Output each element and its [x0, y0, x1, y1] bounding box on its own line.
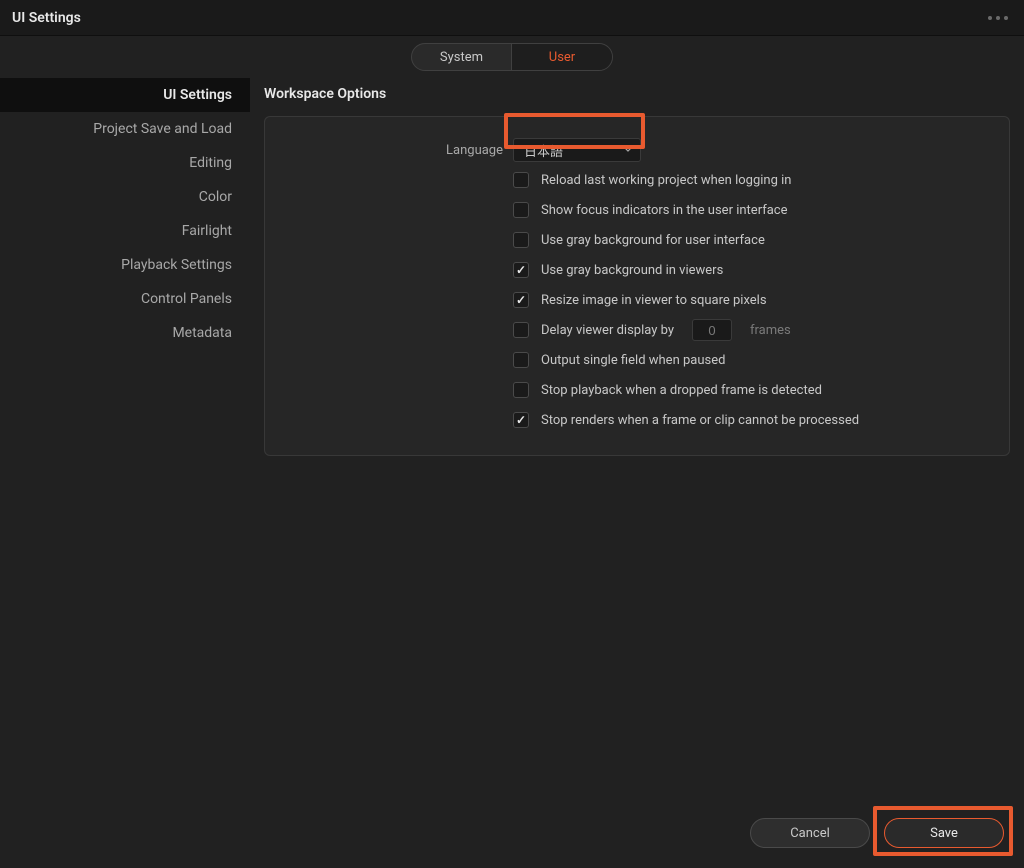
sidebar-item-control-panels[interactable]: Control Panels: [0, 282, 250, 316]
option-label: Show focus indicators in the user interf…: [541, 203, 788, 218]
tab-user[interactable]: User: [512, 44, 612, 70]
checkbox[interactable]: [513, 322, 529, 338]
option-label: Stop playback when a dropped frame is de…: [541, 383, 822, 398]
option-row: Use gray background for user interface: [289, 225, 985, 255]
checkbox[interactable]: [513, 412, 529, 428]
sidebar-item-playback-settings[interactable]: Playback Settings: [0, 248, 250, 282]
tab-system[interactable]: System: [412, 44, 512, 70]
sidebar: UI SettingsProject Save and LoadEditingC…: [0, 78, 250, 798]
option-row: Reload last working project when logging…: [289, 165, 985, 195]
checkbox[interactable]: [513, 262, 529, 278]
option-row: Stop playback when a dropped frame is de…: [289, 375, 985, 405]
option-row: Stop renders when a frame or clip cannot…: [289, 405, 985, 435]
option-label: Use gray background in viewers: [541, 263, 723, 278]
sidebar-item-project-save-and-load[interactable]: Project Save and Load: [0, 112, 250, 146]
option-label: Stop renders when a frame or clip cannot…: [541, 413, 859, 428]
option-label: Delay viewer display by: [541, 323, 674, 338]
checkbox[interactable]: [513, 292, 529, 308]
cancel-button[interactable]: Cancel: [750, 818, 870, 848]
option-label: Resize image in viewer to square pixels: [541, 293, 767, 308]
sidebar-item-ui-settings[interactable]: UI Settings: [0, 78, 250, 112]
delay-unit: frames: [750, 323, 791, 338]
option-label: Output single field when paused: [541, 353, 725, 368]
option-label: Reload last working project when logging…: [541, 173, 791, 188]
footer: Cancel Save: [0, 798, 1024, 868]
option-label: Use gray background for user interface: [541, 233, 765, 248]
checkbox[interactable]: [513, 202, 529, 218]
save-button[interactable]: Save: [884, 818, 1004, 848]
sidebar-item-color[interactable]: Color: [0, 180, 250, 214]
tabbar: System User: [0, 36, 1024, 78]
checkbox[interactable]: [513, 232, 529, 248]
chevron-down-icon: [624, 146, 632, 154]
content: Workspace Options Language 日本語 Reload la…: [250, 78, 1024, 798]
delay-input[interactable]: [692, 319, 732, 341]
section-title: Workspace Options: [264, 78, 1024, 116]
titlebar: UI Settings: [0, 0, 1024, 36]
tab-group: System User: [411, 43, 613, 71]
workspace-options-panel: Language 日本語 Reload last working project…: [264, 116, 1010, 456]
language-dropdown[interactable]: 日本語: [513, 138, 641, 162]
option-row: Resize image in viewer to square pixels: [289, 285, 985, 315]
checkbox[interactable]: [513, 172, 529, 188]
option-row: Output single field when paused: [289, 345, 985, 375]
option-row: Show focus indicators in the user interf…: [289, 195, 985, 225]
checkbox[interactable]: [513, 382, 529, 398]
sidebar-item-editing[interactable]: Editing: [0, 146, 250, 180]
window-title: UI Settings: [12, 10, 81, 26]
sidebar-item-fairlight[interactable]: Fairlight: [0, 214, 250, 248]
language-label: Language: [289, 143, 503, 158]
option-row: Delay viewer display by frames: [289, 315, 985, 345]
checkbox[interactable]: [513, 352, 529, 368]
more-menu-icon[interactable]: [988, 16, 1012, 20]
option-row: Use gray background in viewers: [289, 255, 985, 285]
language-value: 日本語: [524, 141, 563, 160]
sidebar-item-metadata[interactable]: Metadata: [0, 316, 250, 350]
